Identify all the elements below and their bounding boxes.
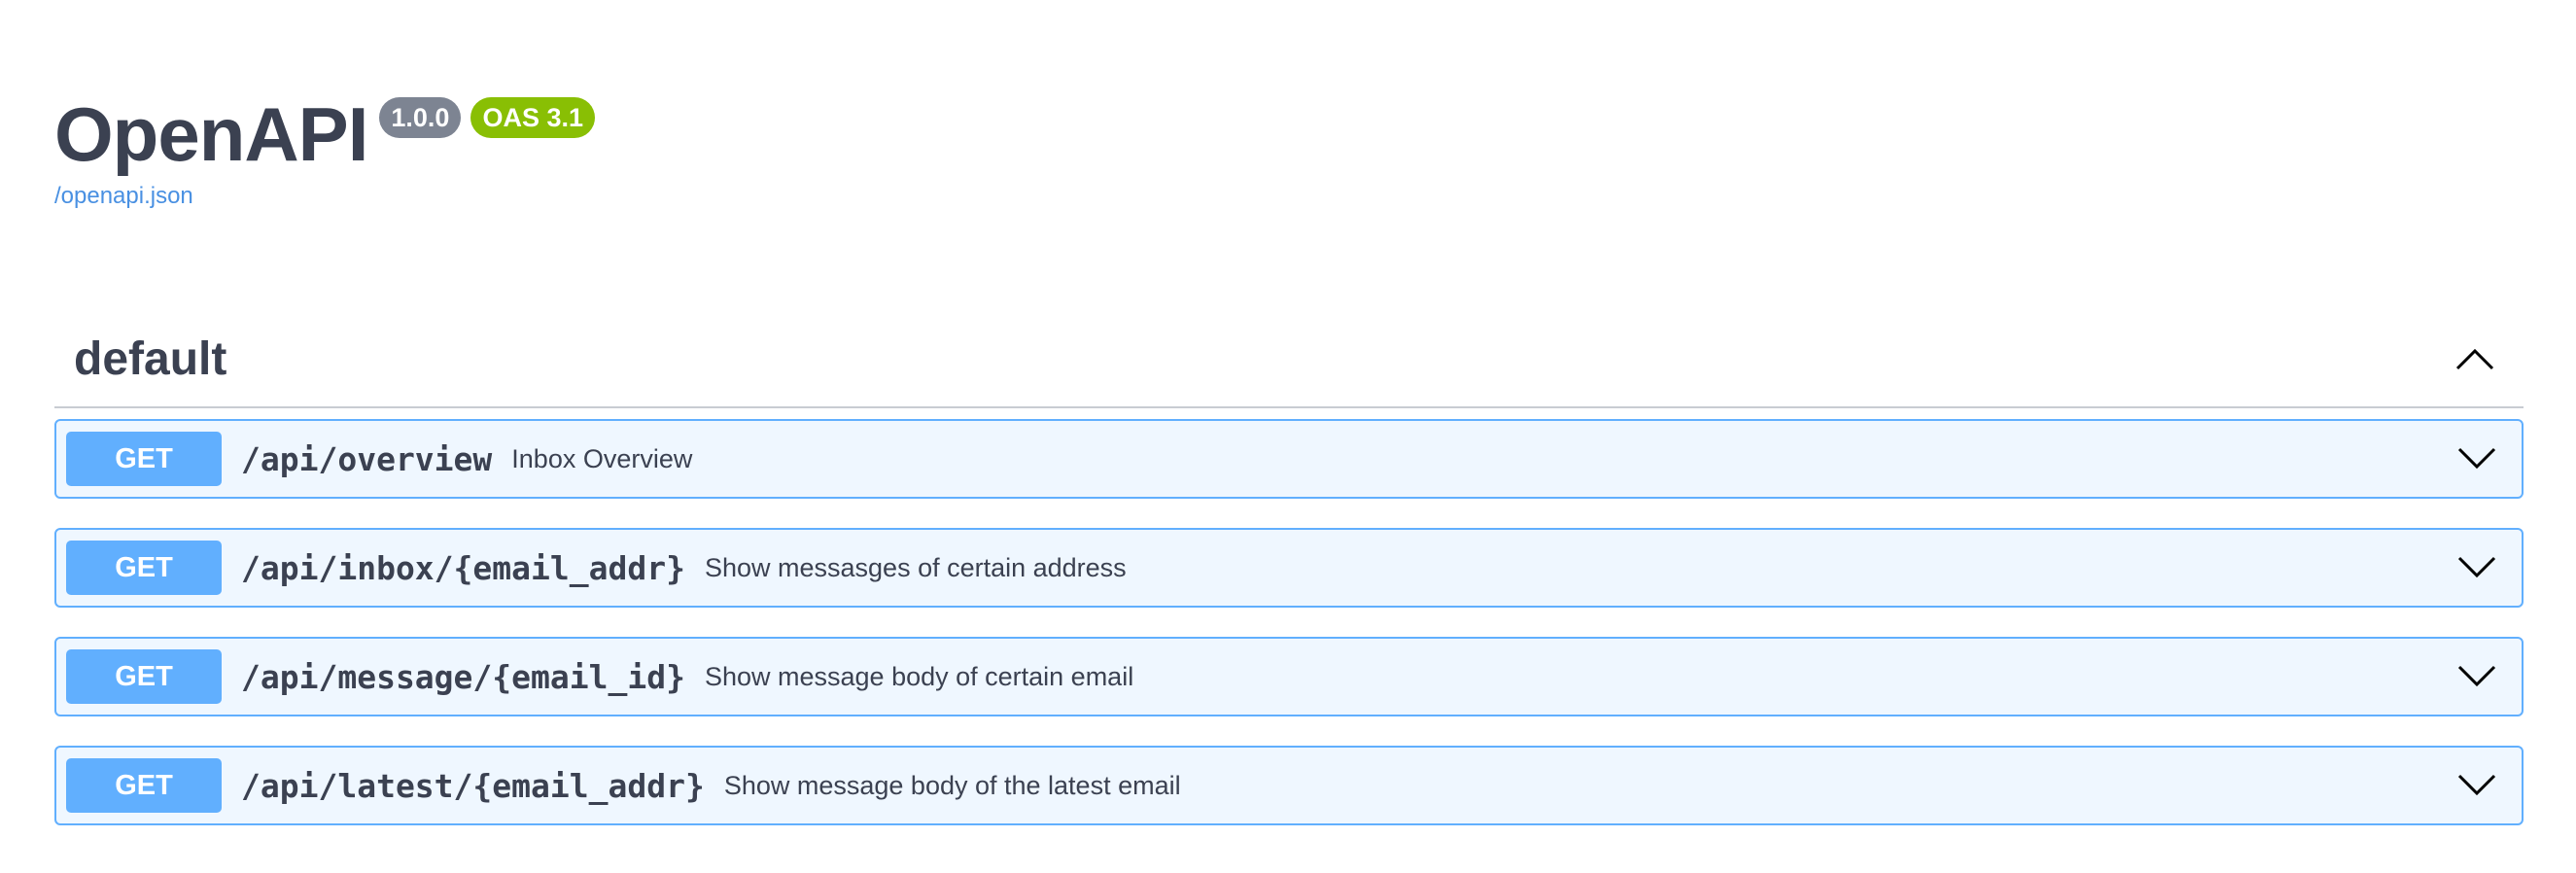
chevron-up-icon[interactable] (2452, 335, 2498, 382)
operation-path: /api/overview (241, 439, 493, 478)
chevron-down-icon[interactable] (2454, 653, 2500, 700)
operation-get-overview[interactable]: GET /api/overview Inbox Overview (54, 419, 2524, 499)
chevron-down-icon[interactable] (2454, 436, 2500, 482)
chevron-down-icon[interactable] (2454, 544, 2500, 591)
section-title: default (74, 332, 227, 385)
chevron-down-icon[interactable] (2454, 762, 2500, 809)
method-badge: GET (66, 758, 222, 813)
method-badge: GET (66, 541, 222, 595)
operations-list: GET /api/overview Inbox Overview GET /ap… (54, 408, 2524, 825)
method-badge: GET (66, 432, 222, 486)
operation-path: /api/latest/{email_addr} (241, 766, 705, 805)
operation-summary: Inbox Overview (511, 443, 693, 473)
openapi-json-link[interactable]: /openapi.json (54, 183, 193, 210)
oas-badge: OAS 3.1 (470, 97, 595, 138)
operation-summary: Show message body of certain email (704, 661, 1134, 691)
operation-summary: Show message body of the latest email (723, 770, 1181, 800)
section-header[interactable]: default (54, 311, 2524, 408)
operation-summary: Show messasges of certain address (704, 552, 1127, 582)
operation-get-message[interactable]: GET /api/message/{email_id} Show message… (54, 637, 2524, 716)
title-row: OpenAPI 1.0.0 OAS 3.1 (54, 89, 595, 179)
operation-get-inbox[interactable]: GET /api/inbox/{email_addr} Show messasg… (54, 528, 2524, 608)
tag-section-default: default GET /api/overview Inbox Overview… (54, 311, 2524, 855)
method-badge: GET (66, 649, 222, 704)
api-info: OpenAPI 1.0.0 OAS 3.1 /openapi.json (54, 89, 595, 210)
operation-path: /api/message/{email_id} (241, 657, 685, 696)
operation-path: /api/inbox/{email_addr} (241, 548, 685, 587)
api-title: OpenAPI (54, 91, 368, 177)
operation-get-latest[interactable]: GET /api/latest/{email_addr} Show messag… (54, 746, 2524, 825)
version-badge: 1.0.0 (379, 97, 462, 138)
